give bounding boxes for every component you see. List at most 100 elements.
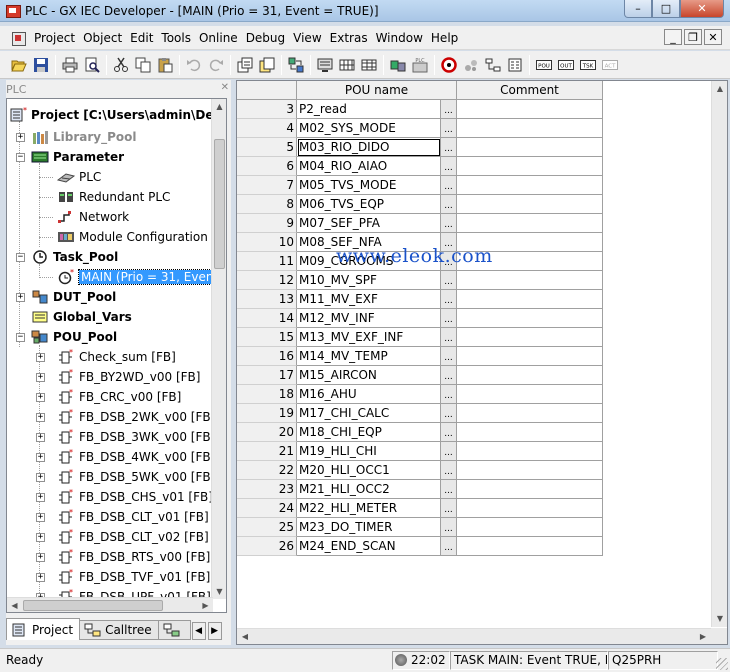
pou-name-cell[interactable]: M12_MV_INF	[297, 309, 441, 328]
expand-icon[interactable]: +	[36, 433, 45, 442]
close-button[interactable]: ✕	[680, 0, 724, 18]
tree-vertical-scrollbar[interactable]: ▲ ▼	[211, 99, 226, 599]
pou-name-cell[interactable]: M21_HLI_OCC2	[297, 480, 441, 499]
pou-name-cell[interactable]: M20_HLI_OCC1	[297, 461, 441, 480]
menu-window[interactable]: Window	[372, 31, 427, 45]
device-icon[interactable]	[482, 54, 504, 76]
expand-icon[interactable]: +	[36, 353, 45, 362]
expand-icon[interactable]: +	[36, 373, 45, 382]
pou-item[interactable]: * FB_DSB_3WK_v00 [FB]	[57, 427, 215, 447]
expand-icon[interactable]: +	[36, 493, 45, 502]
menu-edit[interactable]: Edit	[126, 31, 157, 45]
tab-scroll-left-icon[interactable]: ◀	[191, 622, 206, 640]
table-row[interactable]: 15 M13_MV_EXF_INF...	[237, 328, 603, 347]
comment-header[interactable]: Comment	[457, 81, 603, 100]
io-icon[interactable]	[504, 54, 526, 76]
tree-dut-pool[interactable]: DUT_Pool	[31, 287, 116, 307]
pou-item[interactable]: * FB_DSB_5WK_v00 [FB]	[57, 467, 215, 487]
pou-name-cell[interactable]: M02_SYS_MODE	[297, 119, 441, 138]
table-row[interactable]: 8 M06_TVS_EQP...	[237, 195, 603, 214]
tab-third[interactable]	[157, 620, 191, 640]
scroll-up-icon[interactable]: ▲	[212, 99, 226, 114]
menu-extras[interactable]: Extras	[326, 31, 372, 45]
tree-global-vars[interactable]: Global_Vars	[31, 307, 132, 327]
tab-scroll-right-icon[interactable]: ▶	[207, 622, 222, 640]
pou-name-cell[interactable]: M07_SEF_PFA	[297, 214, 441, 233]
scroll-down-icon[interactable]: ▼	[212, 584, 226, 599]
comment-cell[interactable]	[457, 214, 603, 233]
scroll-down-icon[interactable]: ▼	[712, 611, 727, 627]
expand-icon[interactable]: +	[36, 473, 45, 482]
scroll-right-icon[interactable]: ▶	[695, 629, 711, 644]
table-row[interactable]: 16 M14_MV_TEMP...	[237, 347, 603, 366]
plc-status-icon[interactable]: PLC	[409, 54, 431, 76]
pou-name-cell[interactable]: M14_MV_TEMP	[297, 347, 441, 366]
tree-network[interactable]: Network	[57, 207, 129, 227]
undo-icon[interactable]	[183, 54, 205, 76]
redo-icon[interactable]	[205, 54, 227, 76]
browse-button[interactable]: ...	[441, 309, 457, 328]
pou-name-cell[interactable]: M11_MV_EXF	[297, 290, 441, 309]
pou-item[interactable]: * FB_CRC_v00 [FB]	[57, 387, 181, 407]
menu-online[interactable]: Online	[195, 31, 242, 45]
browse-button[interactable]: ...	[441, 157, 457, 176]
pou-item[interactable]: * Check_sum [FB]	[57, 347, 176, 367]
project-tree[interactable]: * Project [C:\Users\admin\Desktop + Libr…	[6, 98, 227, 613]
scroll-thumb[interactable]	[214, 139, 225, 269]
browse-button[interactable]: ...	[441, 404, 457, 423]
expand-icon[interactable]: +	[16, 293, 25, 302]
tab-calltree[interactable]: Calltree	[79, 620, 159, 640]
pou-name-cell[interactable]: M19_HLI_CHI	[297, 442, 441, 461]
transfer-icon[interactable]	[285, 54, 307, 76]
browse-button[interactable]: ...	[441, 480, 457, 499]
expand-icon[interactable]: +	[36, 513, 45, 522]
browse-button[interactable]: ...	[441, 195, 457, 214]
expand-icon[interactable]: +	[36, 413, 45, 422]
document-icon[interactable]	[10, 30, 26, 46]
expand-icon[interactable]: +	[36, 533, 45, 542]
table-row[interactable]: 24 M22_HLI_METER...	[237, 499, 603, 518]
pou-item[interactable]: * FB_DSB_CHS_v01 [FB]	[57, 487, 213, 507]
tree-redundant-plc[interactable]: Redundant PLC	[57, 187, 170, 207]
copy-icon[interactable]	[132, 54, 154, 76]
expand-icon[interactable]: +	[36, 393, 45, 402]
comment-cell[interactable]	[457, 366, 603, 385]
resize-grip-icon[interactable]	[716, 658, 728, 670]
table-row[interactable]: 19 M17_CHI_CALC...	[237, 404, 603, 423]
browse-button[interactable]: ...	[441, 290, 457, 309]
pou-name-cell[interactable]: M18_CHI_EQP	[297, 423, 441, 442]
compile-icon[interactable]	[234, 54, 256, 76]
tree-horizontal-scrollbar[interactable]: ◀ ▶	[7, 597, 213, 612]
browse-button[interactable]: ...	[441, 214, 457, 233]
pou-name-cell[interactable]: M10_MV_SPF	[297, 271, 441, 290]
pou-name-header[interactable]: POU name	[297, 81, 457, 100]
comment-cell[interactable]	[457, 404, 603, 423]
browse-button[interactable]: ...	[441, 442, 457, 461]
pou-item[interactable]: * FB_DSB_RTS_v00 [FB]	[57, 547, 210, 567]
tree-module-configuration[interactable]: Module Configuration	[57, 227, 208, 247]
browse-button[interactable]: ...	[441, 537, 457, 556]
pou-name-cell[interactable]: M04_RIO_AIAO	[297, 157, 441, 176]
save-icon[interactable]	[30, 54, 52, 76]
comment-cell[interactable]	[457, 157, 603, 176]
table-vertical-scrollbar[interactable]: ▲ ▼	[711, 81, 727, 627]
browse-button[interactable]: ...	[441, 385, 457, 404]
table-row[interactable]: 22 M20_HLI_OCC1...	[237, 461, 603, 480]
pou-name-cell[interactable]: M05_TVS_MODE	[297, 176, 441, 195]
comment-cell[interactable]	[457, 480, 603, 499]
comment-cell[interactable]	[457, 176, 603, 195]
print-preview-icon[interactable]	[81, 54, 103, 76]
open-icon[interactable]	[8, 54, 30, 76]
grid-icon[interactable]	[358, 54, 380, 76]
tree-task-pool[interactable]: Task_Pool	[31, 247, 118, 267]
browse-button[interactable]: ...	[441, 328, 457, 347]
pou-name-cell[interactable]: M15_AIRCON	[297, 366, 441, 385]
menu-view[interactable]: View	[289, 31, 325, 45]
comment-cell[interactable]	[457, 119, 603, 138]
scroll-up-icon[interactable]: ▲	[712, 81, 727, 97]
mdi-minimize-button[interactable]: _	[664, 29, 682, 45]
pou-item[interactable]: * FB_DSB_4WK_v00 [FB]	[57, 447, 215, 467]
out-icon[interactable]: OUT	[555, 54, 577, 76]
pou-item[interactable]: * FB_DSB_2WK_v00 [FB]	[57, 407, 215, 427]
expand-icon[interactable]: +	[36, 553, 45, 562]
